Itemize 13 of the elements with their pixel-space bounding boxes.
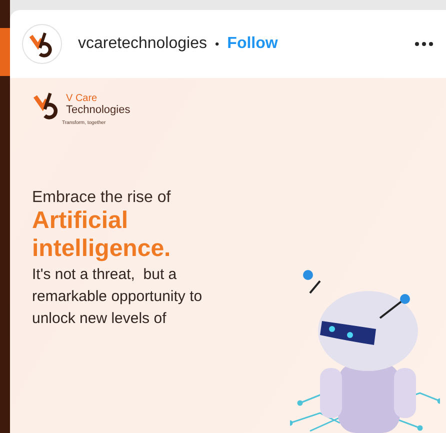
more-options-icon[interactable] — [414, 41, 434, 47]
backdrop-accent — [0, 28, 10, 76]
body-text: It's not a threat, but a — [32, 265, 178, 286]
highlight-text: intelligence. — [32, 235, 172, 264]
brand-name: V Care — [66, 94, 98, 104]
separator-dot: • — [214, 36, 220, 53]
profile-avatar[interactable] — [22, 24, 62, 64]
headline-text: Embrace the rise of — [32, 188, 172, 207]
body-text: unlock new levels of — [32, 308, 168, 329]
highlight-text: Artificial — [32, 206, 130, 236]
body-text: remarkable opportunity to — [32, 287, 204, 308]
username[interactable]: vcaretechnologies — [78, 32, 207, 56]
brand-name: Technologies — [66, 104, 130, 116]
